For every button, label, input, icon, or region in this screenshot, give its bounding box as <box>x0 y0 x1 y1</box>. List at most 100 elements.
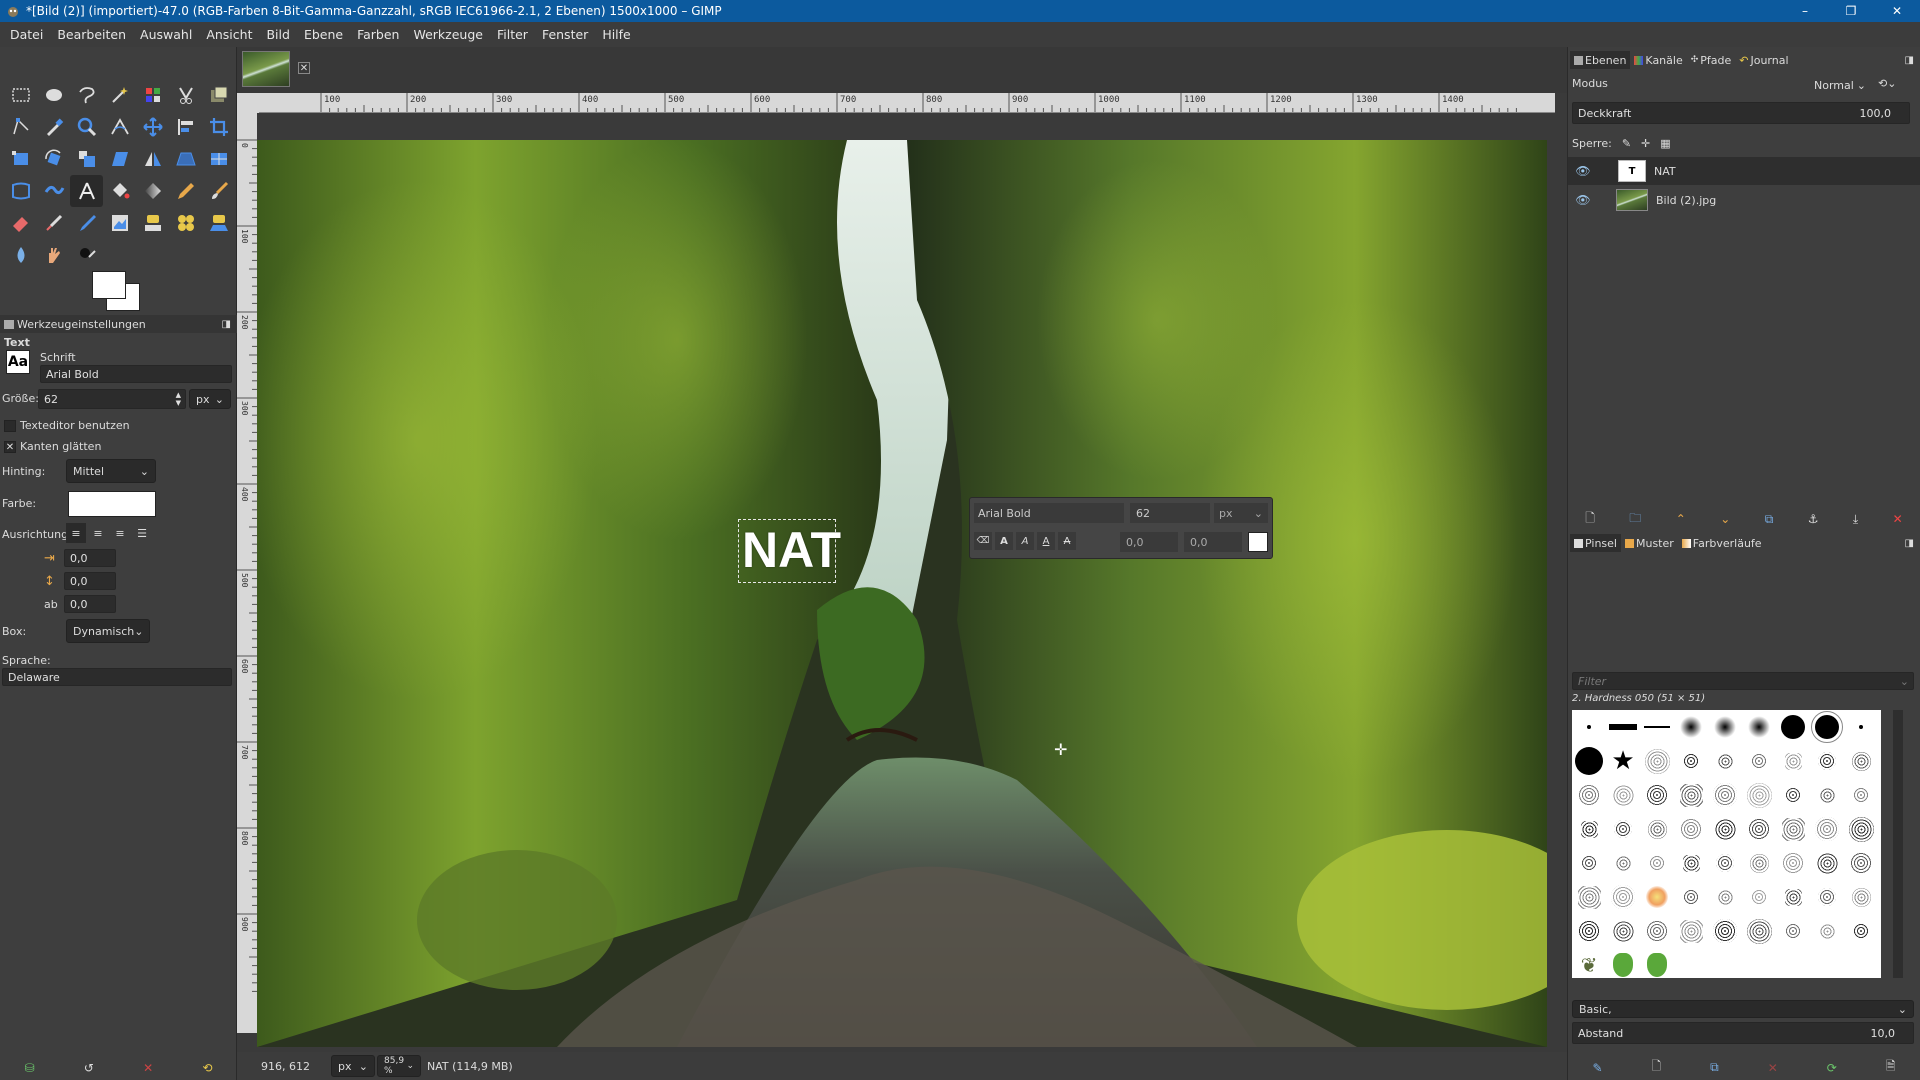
mypaint-brush-tool-icon[interactable] <box>103 207 136 239</box>
panel-menu-icon[interactable]: ◨ <box>1905 55 1914 66</box>
brush-item[interactable] <box>1572 846 1606 880</box>
3d-transform-tool-icon[interactable] <box>202 143 235 175</box>
image-tab-thumbnail[interactable] <box>242 51 290 87</box>
close-tab-icon[interactable]: ✕ <box>298 62 310 74</box>
line-spacing-input[interactable]: 0,0 <box>64 572 116 590</box>
brush-item[interactable] <box>1776 778 1810 812</box>
overlay-color-button[interactable] <box>1248 532 1268 552</box>
brush-item[interactable] <box>1606 710 1640 744</box>
color-swatches[interactable] <box>90 269 146 315</box>
smudge-tool-icon[interactable] <box>37 239 70 271</box>
antialias-option[interactable]: ✕ Kanten glätten <box>4 440 101 453</box>
lower-layer-icon[interactable]: ⌄ <box>1720 512 1730 526</box>
brush-item[interactable] <box>1844 710 1878 744</box>
brush-item[interactable] <box>1572 812 1606 846</box>
brush-item[interactable] <box>1674 846 1708 880</box>
perspective-clone-tool-icon[interactable] <box>202 207 235 239</box>
brush-item[interactable] <box>1640 846 1674 880</box>
brush-item[interactable] <box>1640 744 1674 778</box>
menu-werkzeuge[interactable]: Werkzeuge <box>406 22 490 47</box>
use-editor-option[interactable]: Texteditor benutzen <box>4 419 130 432</box>
menu-filter[interactable]: Filter <box>490 22 535 47</box>
zoom-select[interactable]: 85,9 % ⌄ <box>377 1055 421 1077</box>
perspective-tool-icon[interactable] <box>169 143 202 175</box>
italic-icon[interactable]: A <box>1016 532 1034 550</box>
refresh-brushes-icon[interactable]: ⟳ <box>1827 1061 1837 1075</box>
brush-item[interactable] <box>1810 778 1844 812</box>
menu-hilfe[interactable]: Hilfe <box>595 22 637 47</box>
brush-item[interactable] <box>1776 846 1810 880</box>
warp-transform-tool-icon[interactable] <box>4 175 37 207</box>
menu-fenster[interactable]: Fenster <box>535 22 595 47</box>
canvas-image[interactable]: NAT ✛ <box>257 140 1547 1047</box>
brush-item[interactable] <box>1640 778 1674 812</box>
shear-tool-icon[interactable] <box>103 143 136 175</box>
brush-item[interactable] <box>1810 880 1844 914</box>
menu-datei[interactable]: Datei <box>3 22 50 47</box>
brush-item[interactable] <box>1810 914 1844 948</box>
menu-ebene[interactable]: Ebene <box>297 22 350 47</box>
tab-pfade[interactable]: ✣ Pfade <box>1687 51 1736 69</box>
brush-item[interactable] <box>1674 880 1708 914</box>
dodge-burn-tool-icon[interactable] <box>70 239 103 271</box>
horizontal-ruler[interactable]: 100 200 300 400 500 600 700 800 900 1000 1100 1200 1… <box>259 93 1555 113</box>
eye-icon[interactable]: 👁 <box>1568 193 1598 207</box>
blur-tool-icon[interactable] <box>4 239 37 271</box>
language-input[interactable]: Delaware <box>2 668 232 686</box>
brush-item[interactable] <box>1776 914 1810 948</box>
brush-item[interactable] <box>1708 846 1742 880</box>
justify-center-icon[interactable]: ≡ <box>110 523 130 543</box>
brush-item[interactable] <box>1708 744 1742 778</box>
justify-right-icon[interactable]: ≡ <box>88 523 108 543</box>
brush-item[interactable] <box>1844 880 1878 914</box>
brush-item[interactable] <box>1572 880 1606 914</box>
hinting-select[interactable]: Mittel ⌄ <box>66 459 156 483</box>
brush-item[interactable] <box>1742 744 1776 778</box>
brush-item[interactable] <box>1572 914 1606 948</box>
tab-pinsel[interactable]: Pinsel <box>1570 534 1621 552</box>
brush-item[interactable]: ★ <box>1606 744 1640 778</box>
brush-item[interactable] <box>1810 812 1844 846</box>
brush-item[interactable] <box>1742 778 1776 812</box>
brush-item[interactable] <box>1708 914 1742 948</box>
fuzzy-select-tool-icon[interactable] <box>103 79 136 111</box>
menu-auswahl[interactable]: Auswahl <box>133 22 199 47</box>
brush-item[interactable] <box>1844 846 1878 880</box>
overlay-size-input[interactable]: 62 <box>1130 503 1210 523</box>
brush-item[interactable] <box>1674 710 1708 744</box>
font-preview-icon[interactable]: Aa <box>6 350 30 374</box>
brush-item[interactable] <box>1640 880 1674 914</box>
unified-transform-tool-icon[interactable] <box>4 143 37 175</box>
brush-item[interactable] <box>1708 710 1742 744</box>
baseline-input[interactable]: 0,0 <box>1120 532 1178 552</box>
justify-left-icon[interactable]: ≡ <box>66 523 86 543</box>
letter-spacing-input[interactable]: 0,0 <box>64 595 116 613</box>
menu-farben[interactable]: Farben <box>350 22 406 47</box>
delete-brush-icon[interactable]: ✕ <box>1768 1061 1778 1075</box>
spacing-slider[interactable]: Abstand 10,0 <box>1572 1022 1914 1044</box>
panel-menu-icon[interactable]: ◨ <box>1905 538 1914 549</box>
heal-tool-icon[interactable] <box>169 207 202 239</box>
brush-item[interactable] <box>1640 948 1674 982</box>
ruler-corner[interactable] <box>237 93 259 113</box>
brush-item[interactable] <box>1640 710 1674 744</box>
brush-item[interactable] <box>1606 778 1640 812</box>
antialias-checkbox[interactable]: ✕ <box>4 441 16 453</box>
brush-item[interactable] <box>1708 880 1742 914</box>
brush-item[interactable] <box>1844 778 1878 812</box>
handle-transform-tool-icon[interactable] <box>37 175 70 207</box>
indent-input[interactable]: 0,0 <box>64 549 116 567</box>
new-layer-icon[interactable]: 🗋 <box>1585 509 1595 530</box>
ink-tool-icon[interactable] <box>70 207 103 239</box>
brush-item[interactable] <box>1640 812 1674 846</box>
brush-item[interactable] <box>1776 744 1810 778</box>
pencil-tool-icon[interactable] <box>169 175 202 207</box>
use-editor-checkbox[interactable] <box>4 420 16 432</box>
brush-item[interactable] <box>1742 880 1776 914</box>
new-brush-icon[interactable]: 🗋 <box>1652 1057 1662 1078</box>
measure-tool-icon[interactable] <box>103 111 136 143</box>
brush-item[interactable] <box>1708 778 1742 812</box>
anchor-layer-icon[interactable]: ⚓ <box>1808 512 1819 526</box>
tab-ebenen[interactable]: Ebenen <box>1570 51 1631 69</box>
brush-item[interactable] <box>1606 846 1640 880</box>
